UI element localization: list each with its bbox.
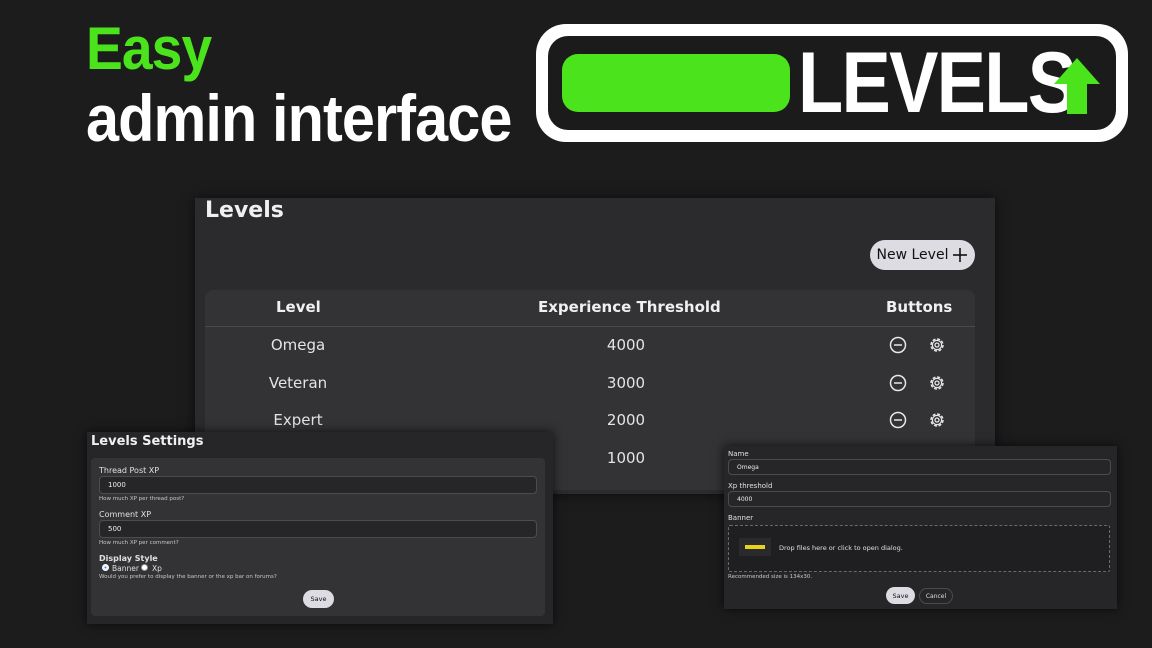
- comment-xp-hint: How much XP per comment?: [99, 540, 179, 546]
- level-name: Expert: [273, 411, 323, 429]
- levels-logo-banner: LEVELS: [536, 24, 1128, 142]
- banner-dropzone[interactable]: Drop files here or click to open dialog.: [728, 525, 1110, 572]
- gear-icon[interactable]: [927, 335, 947, 355]
- level-threshold: 1000: [606, 449, 646, 467]
- banner-radio[interactable]: [102, 564, 109, 571]
- column-header-level: Level: [276, 298, 321, 316]
- xp-radio[interactable]: [141, 564, 148, 571]
- xp-threshold-label: Xp threshold: [728, 482, 773, 490]
- dropzone-text: Drop files here or click to open dialog.: [779, 544, 903, 552]
- level-threshold: 3000: [606, 374, 646, 392]
- edit-save-button[interactable]: Save: [886, 587, 915, 604]
- xp-option-label: Xp: [152, 564, 162, 573]
- hero-title-admin-interface: admin interface: [86, 81, 512, 155]
- remove-icon[interactable]: [888, 335, 908, 355]
- table-row: Omega 4000: [205, 328, 975, 365]
- thread-post-xp-hint: How much XP per thread post?: [99, 496, 185, 502]
- level-name: Omega: [270, 336, 326, 354]
- name-input[interactable]: [728, 459, 1111, 475]
- banner-thumbnail-bar: [745, 545, 765, 549]
- new-level-button[interactable]: New Level: [870, 240, 975, 270]
- column-header-threshold: Experience Threshold: [538, 298, 721, 316]
- level-name: Veteran: [268, 374, 328, 392]
- banner-levels-text: LEVELS: [798, 35, 1077, 131]
- plus-icon: [953, 248, 968, 262]
- thread-post-xp-label: Thread Post XP: [99, 466, 160, 475]
- gear-icon[interactable]: [927, 410, 947, 430]
- levels-settings-panel: Levels Settings Thread Post XP How much …: [87, 432, 553, 624]
- comment-xp-input[interactable]: [99, 520, 537, 538]
- edit-level-panel: Name Xp threshold Banner Drop files here…: [724, 446, 1117, 609]
- thread-post-xp-input[interactable]: [99, 476, 537, 494]
- hero-title-easy: Easy: [86, 15, 212, 82]
- comment-xp-label: Comment XP: [99, 510, 152, 519]
- table-header: Level Experience Threshold Buttons: [205, 290, 975, 327]
- new-level-label: New Level: [876, 247, 949, 263]
- display-style-label: Display Style: [99, 554, 158, 563]
- remove-icon[interactable]: [888, 410, 908, 430]
- up-arrow-icon: [1054, 58, 1100, 114]
- table-row: Veteran 3000: [205, 366, 975, 403]
- settings-form: Thread Post XP How much XP per thread po…: [91, 458, 545, 616]
- page-title: Levels: [205, 198, 284, 223]
- xp-threshold-input[interactable]: [728, 491, 1111, 507]
- level-threshold: 4000: [606, 336, 646, 354]
- level-threshold: 2000: [606, 411, 646, 429]
- banner-option-label: Banner: [112, 564, 139, 573]
- name-label: Name: [728, 450, 749, 458]
- banner-size-hint: Recommended size is 134x30.: [728, 574, 813, 580]
- settings-title: Levels Settings: [91, 434, 204, 449]
- save-button[interactable]: Save: [303, 590, 334, 608]
- banner-thumbnail: [739, 538, 771, 556]
- edit-cancel-button[interactable]: Cancel: [919, 588, 953, 604]
- banner-label: Banner: [728, 514, 754, 522]
- column-header-buttons: Buttons: [886, 298, 953, 316]
- gear-icon[interactable]: [927, 373, 947, 393]
- banner-progress-bar: [562, 54, 790, 112]
- remove-icon[interactable]: [888, 373, 908, 393]
- display-style-hint: Would you prefer to display the banner o…: [99, 574, 277, 580]
- banner-inner: LEVELS: [548, 36, 1116, 130]
